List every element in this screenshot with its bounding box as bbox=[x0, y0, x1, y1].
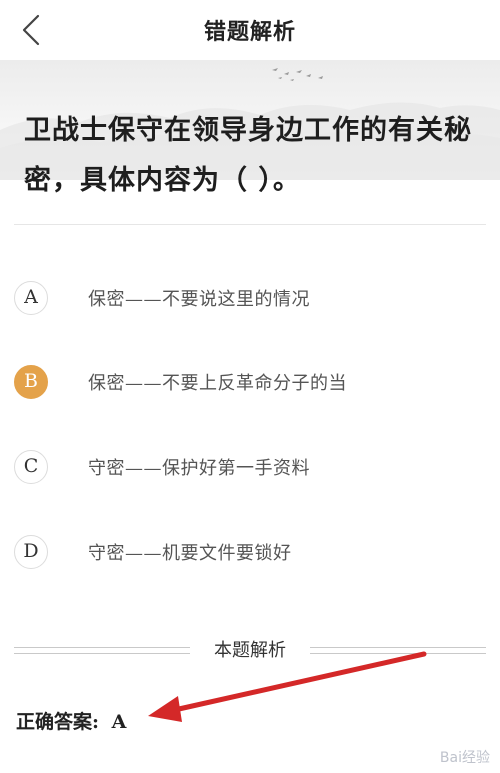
wrong-question-analysis-page: 错题解析 卫战士保守在领导身边工作的有关秘密，具体内容为（ ）。 A 保密——不… bbox=[0, 0, 500, 773]
correct-answer-label: 正确答案: bbox=[16, 711, 100, 733]
option-b-letter: B bbox=[14, 365, 48, 399]
option-b[interactable]: B 保密——不要上反革命分子的当 bbox=[14, 363, 486, 405]
option-b-text: 保密——不要上反革命分子的当 bbox=[88, 373, 347, 394]
option-a-text: 保密——不要说这里的情况 bbox=[88, 289, 310, 310]
option-d-letter: D bbox=[14, 535, 48, 569]
divider bbox=[14, 224, 486, 225]
option-c-text: 守密——保护好第一手资料 bbox=[88, 458, 310, 479]
option-c[interactable]: C 守密——保护好第一手资料 bbox=[14, 448, 486, 490]
correct-answer-value: A bbox=[111, 711, 127, 733]
option-d[interactable]: D 守密——机要文件要锁好 bbox=[14, 533, 486, 575]
analysis-section-title: 本题解析 bbox=[214, 640, 286, 661]
question-text: 卫战士保守在领导身边工作的有关秘密，具体内容为（ ）。 bbox=[24, 115, 472, 196]
app-header: 错题解析 bbox=[0, 0, 500, 62]
option-c-letter: C bbox=[14, 450, 48, 484]
page-title: 错题解析 bbox=[203, 19, 296, 45]
correct-answer: 正确答案: A bbox=[16, 707, 126, 734]
option-a-letter: A bbox=[14, 281, 48, 315]
analysis-section-header: 本题解析 bbox=[14, 636, 486, 664]
option-a[interactable]: A 保密——不要说这里的情况 bbox=[14, 279, 486, 321]
watermark: Bai经验 bbox=[439, 750, 490, 766]
option-d-text: 守密——机要文件要锁好 bbox=[88, 543, 292, 564]
